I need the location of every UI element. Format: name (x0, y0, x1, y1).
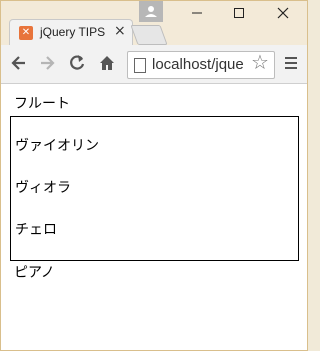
forward-arrow-icon (41, 56, 55, 70)
list-item: ヴィオラ (15, 180, 71, 196)
list-item: ヴァイオリン (15, 138, 99, 154)
person-icon (145, 6, 157, 17)
reload-icon (70, 55, 85, 70)
minimize-button[interactable] (177, 3, 217, 27)
address-text: localhost/jque (152, 56, 244, 73)
minimize-icon (192, 12, 202, 14)
home-button[interactable] (97, 53, 117, 73)
page-icon (134, 58, 146, 73)
back-arrow-icon (11, 56, 25, 70)
menu-bar-icon (285, 57, 297, 59)
profile-button[interactable] (139, 1, 163, 22)
reload-button[interactable] (67, 53, 87, 73)
home-icon (100, 56, 114, 70)
maximize-icon (234, 8, 244, 18)
chrome-menu-button[interactable] (285, 57, 297, 72)
forward-button[interactable] (37, 53, 57, 73)
new-tab-button[interactable] (130, 25, 168, 45)
browser-window: ✕ jQuery TIPS × localhost/jque ☆ フルート ヴァ… (0, 0, 308, 351)
bookmark-star-icon[interactable]: ☆ (251, 52, 269, 72)
close-window-button[interactable] (263, 3, 303, 27)
title-bar: ✕ jQuery TIPS × (1, 1, 307, 46)
page-content: フルート ヴァイオリン ヴィオラ チェロ ピアノ (1, 84, 307, 350)
list-item: フルート (14, 96, 70, 112)
maximize-button[interactable] (219, 3, 259, 27)
list-item: ピアノ (14, 265, 55, 281)
list-item: チェロ (15, 222, 57, 238)
tab-title: jQuery TIPS (40, 25, 106, 39)
back-button[interactable] (9, 53, 29, 73)
browser-tab[interactable]: ✕ jQuery TIPS × (9, 19, 133, 46)
xampp-icon: ✕ (19, 26, 33, 40)
tab-close-icon[interactable]: × (114, 23, 126, 39)
close-icon (277, 7, 289, 19)
